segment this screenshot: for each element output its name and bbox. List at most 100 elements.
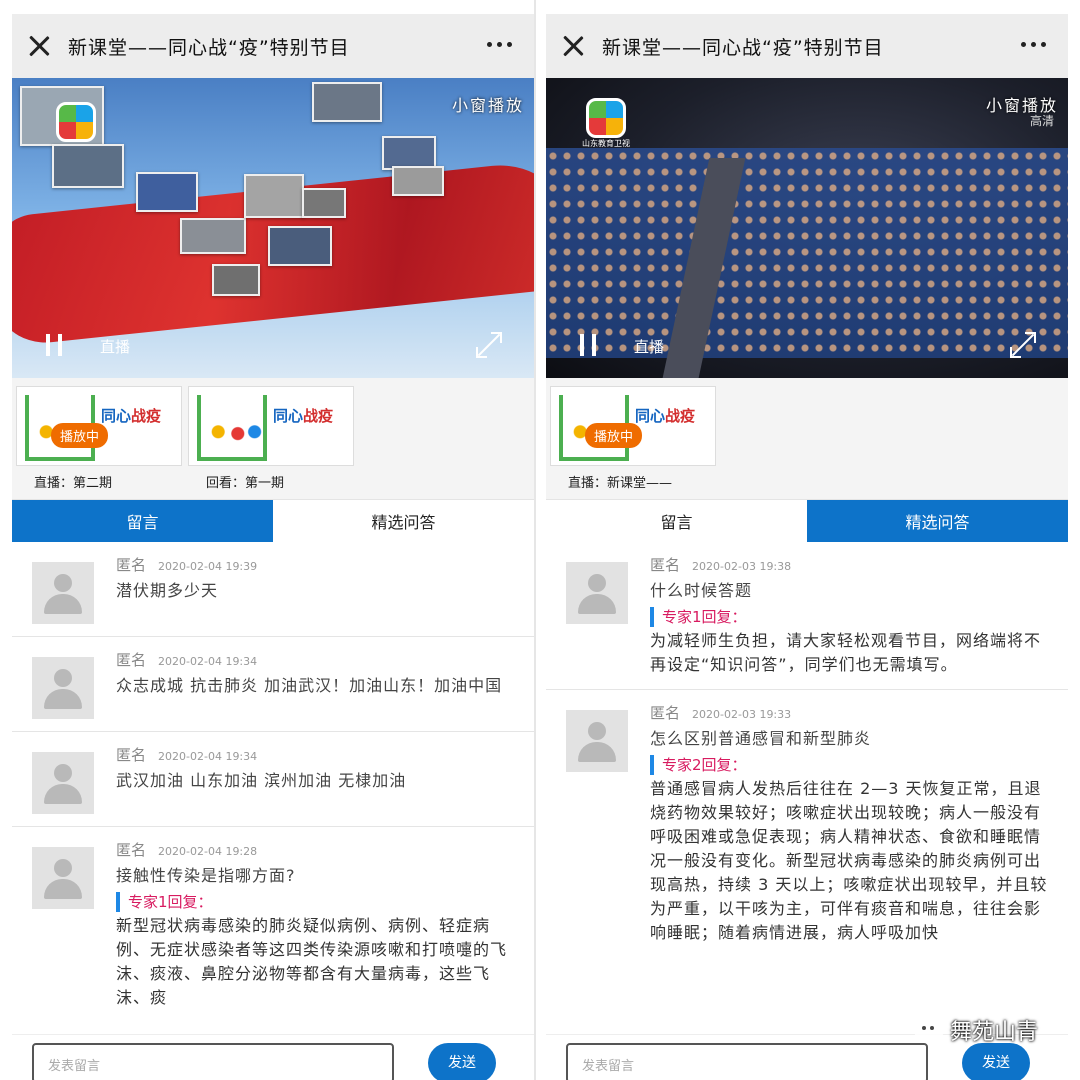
comment-text: 众志成城 抗击肺炎 加油武汉！加油山东！加油中国 xyxy=(116,676,503,695)
watermark: 舞苑山青 xyxy=(913,1014,1038,1046)
episode-item[interactable]: 同心战疫 播放中 直播：第二期 xyxy=(16,386,182,499)
qa-list: 匿名 2020-02-03 19:38 什么时候答题 专家1回复： 为减轻师生负担… xyxy=(546,542,1068,957)
collage-photo xyxy=(212,264,260,296)
now-playing-badge: 播放中 xyxy=(585,423,643,448)
comment-input[interactable]: 发表留言 xyxy=(566,1043,928,1080)
comment-author: 匿名 xyxy=(116,651,147,669)
comment-time: 2020-02-03 19:33 xyxy=(692,708,792,721)
comment-time: 2020-02-04 19:39 xyxy=(158,560,258,573)
screenshot-stage: 新课堂——同心战“疫”特别节目 小窗播放 直播 同心战疫 播放中 直播：第二期 … xyxy=(0,0,1080,1080)
episode-thumbnail[interactable]: 同心战疫 播放中 xyxy=(16,386,182,466)
comment-author: 匿名 xyxy=(116,841,147,859)
episode-thumbnail[interactable]: 同心战疫 xyxy=(188,386,354,466)
collage-photo xyxy=(268,226,332,266)
tab-featured-qa[interactable]: 精选问答 xyxy=(273,500,534,542)
thumbnail-title: 同心战疫 xyxy=(273,407,334,425)
comment-list: 匿名 2020-02-04 19:39 潜伏期多少天 匿名 2020-02-04 1… xyxy=(12,542,534,1022)
episode-caption: 直播：第二期 xyxy=(34,476,113,491)
pause-icon[interactable] xyxy=(580,334,596,356)
tab-comments[interactable]: 留言 xyxy=(546,500,807,542)
comment-text: 接触性传染是指哪方面? xyxy=(116,866,296,885)
close-icon[interactable] xyxy=(28,35,50,57)
avatar xyxy=(32,752,94,814)
collage-photo xyxy=(136,172,198,212)
avatar xyxy=(32,847,94,909)
episode-caption: 回看：第一期 xyxy=(206,476,285,491)
thumbnail-title: 同心战疫 xyxy=(635,407,696,425)
more-options-icon[interactable] xyxy=(1021,42,1046,47)
tab-bar: 留言 精选问答 xyxy=(546,500,1068,542)
collage-photo xyxy=(52,144,124,188)
comment-input-bar: 发表留言 发送 xyxy=(12,1034,534,1080)
comment-author: 匿名 xyxy=(650,556,681,574)
mini-window-button[interactable]: 小窗播放 xyxy=(452,92,524,116)
title-bar: 新课堂——同心战“疫”特别节目 xyxy=(12,14,534,78)
avatar xyxy=(566,562,628,624)
video-player[interactable]: 小窗播放 直播 xyxy=(12,78,534,378)
page-title: 新课堂——同心战“疫”特别节目 xyxy=(602,36,884,59)
fullscreen-icon[interactable] xyxy=(1010,332,1036,358)
collage-photo xyxy=(312,82,382,122)
expert-reply-label: 专家2回复： xyxy=(650,755,1054,775)
audience-seats xyxy=(546,148,1068,358)
comment-time: 2020-02-04 19:34 xyxy=(158,655,258,668)
comment-time: 2020-02-03 19:38 xyxy=(692,560,792,573)
hd-quality-label[interactable]: 高清 xyxy=(1030,112,1054,129)
comment-item: 匿名 2020-02-04 19:34 武汉加油 山东加油 滨州加油 无棣加油 xyxy=(12,732,534,827)
collage-photo xyxy=(382,136,436,170)
right-phone-screen: 新课堂——同心战“疫”特别节目 山东教育卫视 小窗播放 高清 直播 同心战疫 播… xyxy=(546,14,1068,1080)
comment-author: 匿名 xyxy=(650,704,681,722)
live-status-label: 直播 xyxy=(634,338,665,356)
qa-item: 匿名 2020-02-03 19:38 什么时候答题 专家1回复： 为减轻师生负担… xyxy=(546,542,1068,690)
wechat-icon xyxy=(913,1017,944,1043)
comment-text: 潜伏期多少天 xyxy=(116,581,219,600)
now-playing-badge: 播放中 xyxy=(51,423,109,448)
comment-text: 武汉加油 山东加油 滨州加油 无棣加油 xyxy=(116,771,407,790)
tab-featured-qa[interactable]: 精选问答 xyxy=(807,500,1068,542)
screen-divider xyxy=(534,0,536,1080)
send-button[interactable]: 发送 xyxy=(428,1043,496,1080)
expert-answer: 新型冠状病毒感染的肺炎疑似病例、病例、轻症病例、无症状感染者等这四类传染源咳嗽和… xyxy=(116,916,508,1007)
channel-logo xyxy=(56,102,96,142)
collage-photo xyxy=(302,188,346,218)
collage-photo xyxy=(392,166,444,196)
expert-reply-label: 专家1回复： xyxy=(116,892,520,912)
comment-author: 匿名 xyxy=(116,556,147,574)
question-text: 怎么区别普通感冒和新型肺炎 xyxy=(650,729,872,748)
comment-item: 匿名 2020-02-04 19:34 众志成城 抗击肺炎 加油武汉！加油山东！加… xyxy=(12,637,534,732)
left-phone-screen: 新课堂——同心战“疫”特别节目 小窗播放 直播 同心战疫 播放中 直播：第二期 … xyxy=(12,14,534,1080)
expert-answer: 普通感冒病人发热后往往在 2—3 天恢复正常，且退烧药物效果较好；咳嗽症状出现较… xyxy=(650,779,1048,942)
comment-item: 匿名 2020-02-04 19:28 接触性传染是指哪方面? 专家1回复： 新型… xyxy=(12,827,534,1022)
episode-caption: 直播：新课堂—— xyxy=(568,476,673,491)
collage-photo xyxy=(244,174,304,218)
comment-item: 匿名 2020-02-04 19:39 潜伏期多少天 xyxy=(12,542,534,637)
episode-item[interactable]: 同心战疫 播放中 直播：新课堂—— xyxy=(550,386,716,499)
fullscreen-icon[interactable] xyxy=(476,332,502,358)
qa-item: 匿名 2020-02-03 19:33 怎么区别普通感冒和新型肺炎 专家2回复： … xyxy=(546,690,1068,957)
kids-drawing xyxy=(207,421,263,457)
tab-bar: 留言 精选问答 xyxy=(12,500,534,542)
expert-answer: 为减轻师生负担，请大家轻松观看节目，网络端将不再设定“知识问答”，同学们也无需填… xyxy=(650,631,1042,674)
question-text: 什么时候答题 xyxy=(650,581,753,600)
title-bar: 新课堂——同心战“疫”特别节目 xyxy=(546,14,1068,78)
comment-time: 2020-02-04 19:34 xyxy=(158,750,258,763)
more-options-icon[interactable] xyxy=(487,42,512,47)
episode-list: 同心战疫 播放中 直播：第二期 同心战疫 回看：第一期 xyxy=(12,378,534,500)
episode-list: 同心战疫 播放中 直播：新课堂—— xyxy=(546,378,1068,500)
channel-logo xyxy=(586,98,626,138)
avatar xyxy=(32,562,94,624)
comment-input[interactable]: 发表留言 xyxy=(32,1043,394,1080)
watermark-text: 舞苑山青 xyxy=(949,1020,1038,1045)
close-icon[interactable] xyxy=(562,35,584,57)
collage-photo xyxy=(180,218,246,254)
video-player[interactable]: 山东教育卫视 小窗播放 高清 直播 xyxy=(546,78,1068,378)
tab-comments[interactable]: 留言 xyxy=(12,500,273,542)
episode-item[interactable]: 同心战疫 回看：第一期 xyxy=(188,386,354,499)
avatar xyxy=(32,657,94,719)
send-button[interactable]: 发送 xyxy=(962,1043,1030,1080)
live-status-label: 直播 xyxy=(100,338,131,356)
pause-icon[interactable] xyxy=(46,334,62,356)
episode-thumbnail[interactable]: 同心战疫 播放中 xyxy=(550,386,716,466)
comment-author: 匿名 xyxy=(116,746,147,764)
channel-logo-caption: 山东教育卫视 xyxy=(582,139,630,148)
